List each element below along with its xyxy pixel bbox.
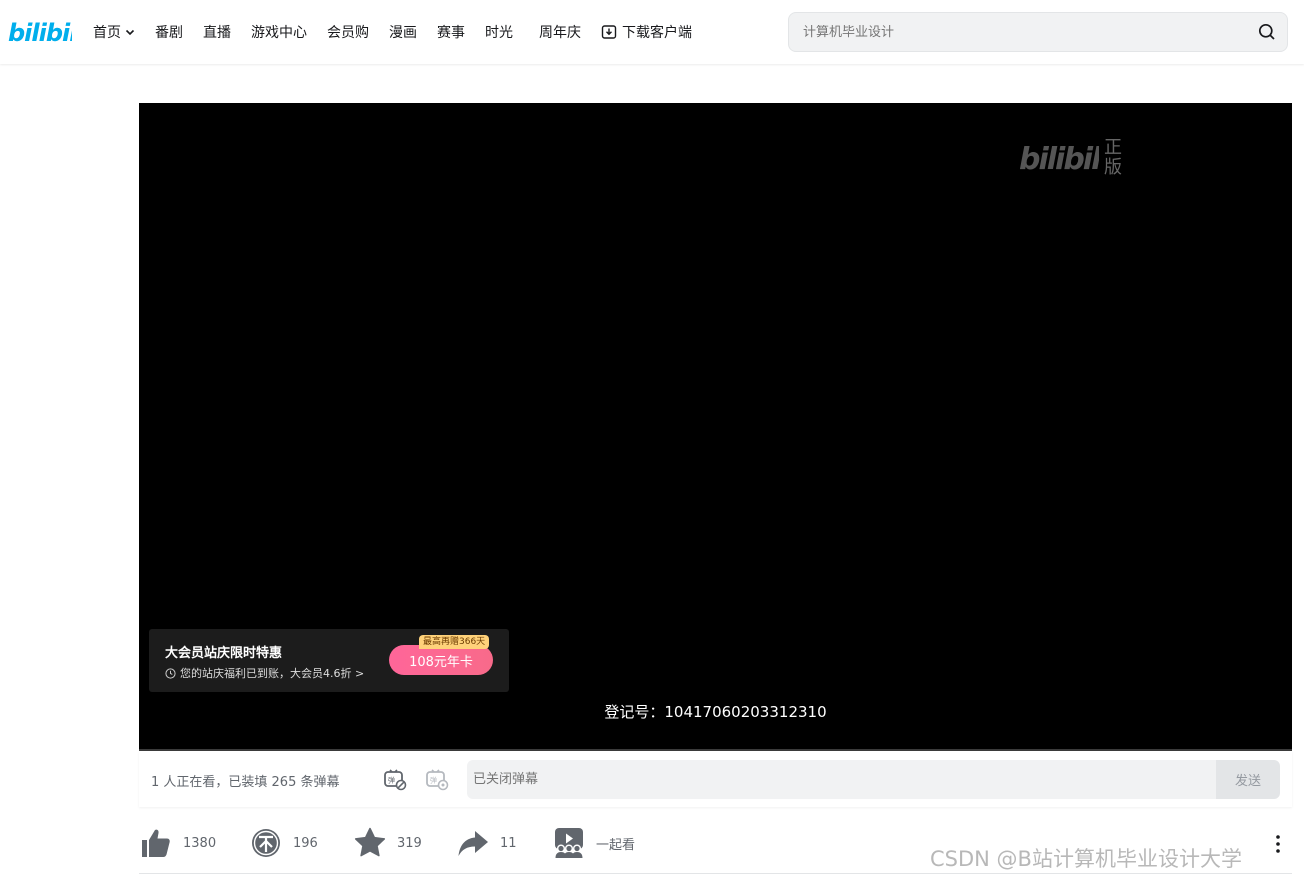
danmaku-input[interactable] [467, 760, 1217, 799]
danmaku-toggle-icon[interactable]: 弹 [383, 767, 407, 791]
danmaku-settings-icon[interactable]: 弹 [425, 767, 449, 791]
watch-together-label: 一起看 [596, 837, 636, 853]
nav-label: 直播 [203, 25, 231, 41]
search-input[interactable] [789, 24, 1247, 40]
promo-title: 大会员站庆限时特惠 [165, 646, 283, 661]
nav-label: 番剧 [155, 25, 183, 41]
video-player[interactable]: bilibili 正版 大会员站庆限时特惠 您的站庆福利已到账，大会员4.6折 … [139, 103, 1292, 750]
promo-tag: 最高再赠366天 [419, 635, 490, 649]
nav-label: 赛事 [437, 25, 465, 41]
nav-item-manga[interactable]: 漫画 [389, 22, 417, 42]
nav-item-game-center[interactable]: 游戏中心 [251, 22, 307, 42]
thumbs-up-icon [142, 829, 170, 857]
section-divider [139, 873, 1292, 874]
nav-item-esports[interactable]: 赛事 [437, 22, 465, 42]
more-options-icon[interactable] [1273, 834, 1283, 854]
nav-label: 时光 [485, 25, 513, 41]
send-button[interactable]: 发送 [1216, 760, 1280, 799]
danmaku-bar: 1 人正在看，已装填 265 条弹幕 弹 弹 发送 [139, 751, 1292, 807]
nav-label: 漫画 [389, 25, 417, 41]
like-count: 1380 [183, 835, 217, 851]
watch-together-icon [555, 828, 583, 858]
viewer-count: 1 人正在看，已装填 265 条弹幕 [151, 775, 340, 790]
share-count: 11 [500, 835, 517, 851]
watermark-label: 正版 [1101, 137, 1122, 177]
promo-subtitle-text: 您的站庆福利已到账，大会员4.6折 > [180, 667, 365, 680]
nav-label: 下载客户端 [622, 25, 692, 41]
coin-count: 196 [293, 835, 318, 851]
top-header: bilibili 首页 番剧 直播 游戏中心 会员购 漫画 赛事 时光 周年庆 … [0, 0, 1304, 64]
bilibili-logo[interactable]: bilibili [8, 14, 72, 48]
nav-item-mall[interactable]: 会员购 [327, 22, 369, 42]
share-arrow-icon [458, 831, 488, 856]
search-icon [1258, 23, 1275, 40]
vip-promo-banner[interactable]: 大会员站庆限时特惠 您的站庆福利已到账，大会员4.6折 > 108元年卡 最高再… [149, 629, 509, 692]
like-button[interactable]: 1380 [139, 822, 216, 864]
svg-text:弹: 弹 [430, 776, 437, 785]
svg-text:bilibili: bilibili [1019, 142, 1099, 175]
player-watermark: bilibili 正版 [1019, 137, 1122, 177]
clock-icon [165, 667, 176, 679]
svg-text:弹: 弹 [388, 776, 395, 785]
search-box [788, 12, 1288, 52]
favorite-button[interactable]: 319 [353, 822, 422, 864]
download-icon [601, 25, 617, 39]
nav-label: 游戏中心 [251, 25, 307, 41]
svg-text:bilibili: bilibili [8, 19, 72, 47]
favorite-count: 319 [397, 835, 422, 851]
watch-together-button[interactable]: 一起看 [552, 822, 635, 864]
bilibili-watermark-logo: bilibili [1019, 142, 1099, 175]
promo-subtitle: 您的站庆福利已到账，大会员4.6折 > [165, 665, 364, 681]
nav-label: 首页 [93, 25, 121, 41]
nav-item-home[interactable]: 首页 [93, 22, 135, 42]
nav-item-download[interactable]: 下载客户端 [601, 22, 692, 42]
share-button[interactable]: 11 [456, 822, 517, 864]
nav-item-anime[interactable]: 番剧 [155, 22, 183, 42]
nav-item-anniversary[interactable]: 周年庆 [539, 22, 581, 42]
coin-icon [252, 829, 280, 857]
nav-item-time[interactable]: 时光 [485, 22, 513, 42]
coin-button[interactable]: 196 [249, 822, 318, 864]
annual-card-button[interactable]: 108元年卡 [389, 645, 493, 675]
main-nav: 首页 番剧 直播 游戏中心 会员购 漫画 赛事 时光 周年庆 下载客户端 [93, 0, 712, 64]
nav-item-live[interactable]: 直播 [203, 22, 231, 42]
chevron-down-icon [125, 29, 135, 36]
registration-number: 登记号：10417060203312310 [604, 703, 827, 721]
nav-label: 周年庆 [539, 25, 581, 41]
search-button[interactable] [1247, 13, 1287, 51]
star-icon [354, 827, 386, 857]
csdn-watermark: CSDN @B站计算机毕业设计大学 [930, 847, 1242, 871]
nav-label: 会员购 [327, 25, 369, 41]
